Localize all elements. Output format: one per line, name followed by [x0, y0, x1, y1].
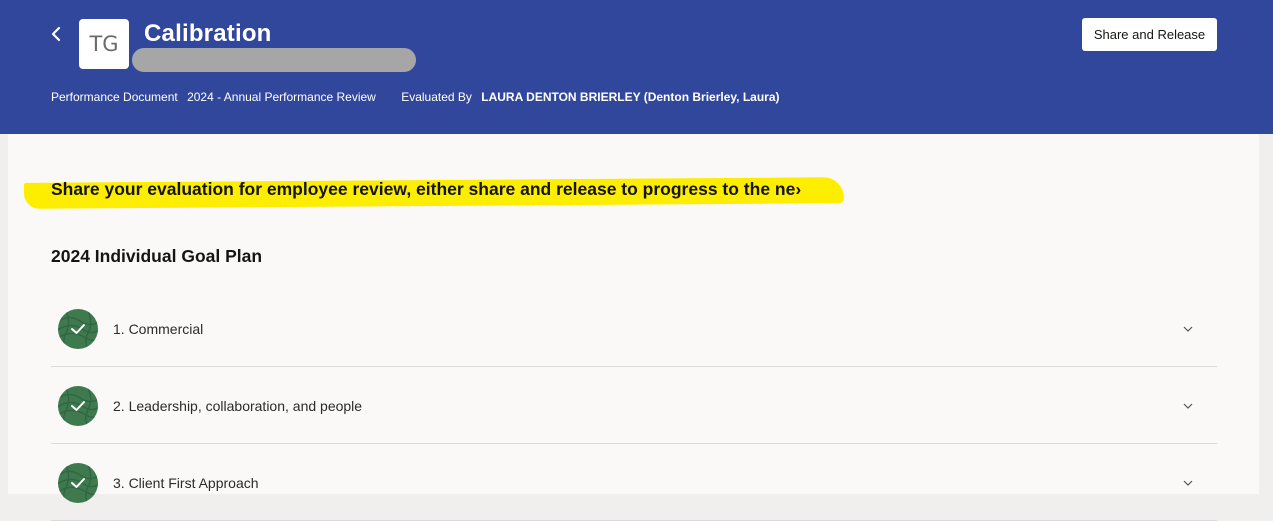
- chevron-down-icon[interactable]: [1181, 476, 1195, 490]
- goal-row-leadership[interactable]: 2. Leadership, collaboration, and people: [51, 367, 1217, 444]
- chevron-down-icon[interactable]: [1181, 322, 1195, 336]
- document-meta: Performance Document 2024 - Annual Perfo…: [51, 90, 802, 104]
- instruction-text: Share your evaluation for employee revie…: [51, 179, 802, 199]
- back-button[interactable]: [44, 22, 68, 46]
- goal-row-commercial[interactable]: 1. Commercial: [51, 290, 1217, 367]
- goal-label: 2. Leadership, collaboration, and people: [113, 398, 363, 414]
- chevron-down-icon[interactable]: [1181, 399, 1195, 413]
- performance-document-label: Performance Document: [51, 90, 178, 104]
- evaluated-by-value: LAURA DENTON BRIERLEY (Denton Brierley, …: [481, 90, 780, 104]
- main-card: Share your evaluation for employee revie…: [8, 134, 1259, 521]
- goal-label: 3. Client First Approach: [113, 475, 259, 491]
- check-badge-icon: [58, 463, 98, 503]
- check-badge-icon: [58, 386, 98, 426]
- chevron-left-icon: [51, 26, 61, 42]
- redacted-name: [132, 48, 416, 72]
- page-title: Calibration: [144, 20, 272, 47]
- goal-list: 1. Commercial 2. Leadership, collaborati…: [51, 290, 1217, 521]
- goal-label: 1. Commercial: [113, 321, 204, 337]
- share-and-release-button[interactable]: Share and Release: [1082, 18, 1217, 51]
- goal-row-client-first[interactable]: 3. Client First Approach: [51, 444, 1217, 521]
- page-header: TG Calibration Share and Release Perform…: [0, 0, 1273, 134]
- section-title: 2024 Individual Goal Plan: [51, 246, 263, 266]
- performance-document-value: 2024 - Annual Performance Review: [187, 90, 376, 104]
- avatar: TG: [79, 19, 129, 69]
- check-badge-icon: [58, 309, 98, 349]
- evaluated-by-label: Evaluated By: [401, 90, 472, 104]
